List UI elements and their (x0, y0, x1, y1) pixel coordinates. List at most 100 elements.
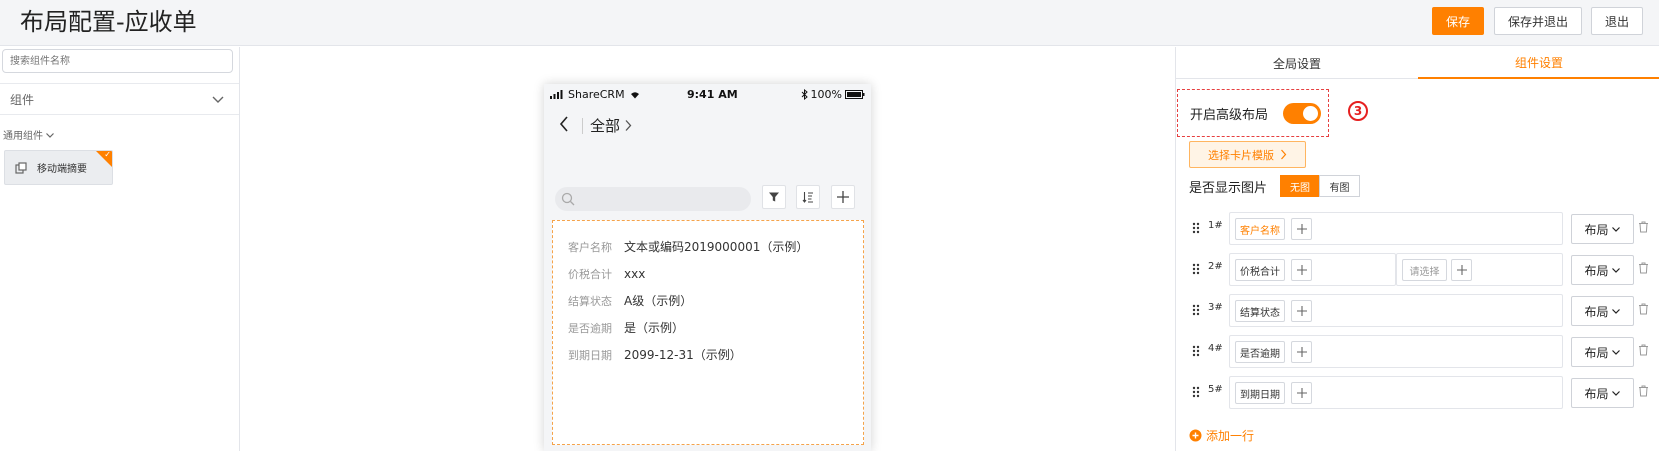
no-image-option[interactable]: 无图 (1280, 175, 1320, 197)
delete-row-icon[interactable] (1638, 221, 1649, 233)
add-button[interactable] (831, 185, 855, 209)
save-button[interactable]: 保存 (1432, 7, 1484, 35)
card-field: 客户名称 文本或编码2019000001（示例） (568, 233, 863, 260)
status-time: 9:41 AM (687, 88, 738, 101)
signal-icon (550, 90, 563, 99)
summary-card[interactable]: 客户名称 文本或编码2019000001（示例） 价税合计 xxx 结算状态 A级（示… (552, 220, 864, 445)
chevron-right-icon (625, 120, 632, 131)
step-marker: 3 (1348, 101, 1368, 121)
field-tag[interactable]: 结算状态 (1235, 300, 1285, 322)
component-search-input[interactable] (2, 49, 233, 73)
plus-icon (837, 191, 849, 203)
plus-icon (1296, 224, 1307, 234)
field-tag[interactable]: 价税合计 (1235, 259, 1285, 281)
row-layout-dropdown[interactable]: 布局 (1571, 296, 1634, 326)
sort-button[interactable] (796, 185, 820, 209)
chevron-down-icon (1611, 268, 1620, 273)
component-group-label: 组件 (10, 92, 35, 107)
wifi-icon (630, 92, 639, 99)
delete-row-icon[interactable] (1638, 344, 1649, 356)
nav-title-text: 全部 (590, 117, 621, 135)
add-row-label: 添加一行 (1206, 429, 1255, 443)
field-label: 结算状态 (568, 294, 612, 308)
field-value: A级（示例） (624, 294, 693, 308)
add-field-button[interactable] (1291, 300, 1312, 322)
nav-title[interactable]: 全部 (590, 115, 632, 136)
layout-row: 3# 结算状态 布局 (1176, 293, 1659, 327)
field-tag[interactable]: 客户名称 (1235, 218, 1285, 240)
delete-row-icon[interactable] (1638, 262, 1649, 274)
card-field: 结算状态 A级（示例） (568, 287, 863, 314)
select-field-placeholder[interactable]: 请选择 (1402, 259, 1447, 281)
settings-tabs: 全局设置 组件设置 (1176, 47, 1659, 79)
phone-status-bar: ShareCRM 9:41 AM 100% (544, 84, 871, 106)
exit-button[interactable]: 退出 (1591, 7, 1643, 35)
layout-label: 布局 (1584, 222, 1609, 237)
delete-row-icon[interactable] (1638, 303, 1649, 315)
template-button-label: 选择卡片模版 (1208, 148, 1274, 162)
add-field-button[interactable] (1291, 341, 1312, 363)
field-label: 客户名称 (568, 240, 612, 254)
save-exit-button[interactable]: 保存并退出 (1494, 7, 1582, 35)
card-field: 价税合计 xxx (568, 260, 863, 287)
add-field-button[interactable] (1291, 259, 1312, 281)
field-tag[interactable]: 到期日期 (1235, 382, 1285, 404)
phone-search-input[interactable] (555, 187, 751, 211)
plus-icon (1296, 265, 1307, 275)
bluetooth-icon (801, 89, 808, 100)
field-label: 价税合计 (568, 267, 612, 281)
row-field-area: 价税合计 (1229, 253, 1396, 286)
add-row-button[interactable]: 添加一行 (1189, 427, 1254, 444)
tab-global-settings[interactable]: 全局设置 (1176, 47, 1418, 79)
advanced-layout-label: 开启高级布局 (1190, 107, 1269, 123)
component-label: 移动端摘要 (37, 164, 87, 175)
drag-handle-icon[interactable] (1192, 263, 1200, 275)
check-icon: ✓ (104, 150, 111, 159)
field-value: 是（示例） (624, 321, 685, 335)
row-field-area: 是否逾期 (1229, 335, 1563, 368)
top-bar: 布局配置-应收单 保存 保存并退出 退出 (0, 0, 1659, 46)
card-field: 到期日期 2099-12-31（示例） (568, 341, 863, 368)
add-field-button[interactable] (1291, 218, 1312, 240)
layout-row: 1# 客户名称 布局 (1176, 211, 1659, 245)
common-components-label: 通用组件 (3, 131, 43, 142)
mobile-summary-component[interactable]: 移动端摘要 ✓ (4, 150, 113, 185)
choose-card-template-button[interactable]: 选择卡片模版 (1189, 141, 1306, 168)
back-arrow-icon[interactable] (558, 115, 570, 133)
row-field-area: 结算状态 (1229, 294, 1563, 327)
tab-component-settings[interactable]: 组件设置 (1418, 47, 1659, 79)
chevron-down-icon (1611, 350, 1620, 355)
field-value: 2099-12-31（示例） (624, 348, 742, 362)
field-label: 到期日期 (568, 348, 612, 362)
chevron-down-icon (1611, 391, 1620, 396)
layout-label: 布局 (1584, 345, 1609, 360)
row-index: 5# (1208, 384, 1223, 395)
layout-label: 布局 (1584, 263, 1609, 278)
row-index: 3# (1208, 302, 1223, 313)
row-layout-dropdown[interactable]: 布局 (1571, 255, 1634, 285)
field-value: xxx (624, 266, 646, 281)
drag-handle-icon[interactable] (1192, 222, 1200, 234)
delete-row-icon[interactable] (1638, 385, 1649, 397)
chevron-down-icon (46, 132, 54, 138)
add-field-button[interactable] (1291, 382, 1312, 404)
common-components-toggle[interactable]: 通用组件 (3, 127, 55, 142)
advanced-layout-toggle[interactable] (1283, 103, 1321, 124)
plus-icon (1296, 388, 1307, 398)
drag-handle-icon[interactable] (1192, 386, 1200, 398)
row-layout-dropdown[interactable]: 布局 (1571, 378, 1634, 408)
plus-icon (1296, 347, 1307, 357)
drag-handle-icon[interactable] (1192, 345, 1200, 357)
filter-button[interactable] (762, 185, 786, 209)
with-image-option[interactable]: 有图 (1319, 175, 1360, 197)
row-layout-dropdown[interactable]: 布局 (1571, 214, 1634, 244)
field-tag[interactable]: 是否逾期 (1235, 341, 1285, 363)
add-field-button[interactable] (1451, 259, 1472, 281)
drag-handle-icon[interactable] (1192, 304, 1200, 316)
field-label: 是否逾期 (568, 321, 612, 335)
row-layout-dropdown[interactable]: 布局 (1571, 337, 1634, 367)
component-group-header[interactable]: 组件 (0, 83, 239, 115)
phone-preview: ShareCRM 9:41 AM 100% 全部 客户名称 文本或编码20190… (544, 84, 871, 451)
field-value: 文本或编码2019000001（示例） (624, 240, 809, 254)
plus-icon (1456, 265, 1467, 275)
